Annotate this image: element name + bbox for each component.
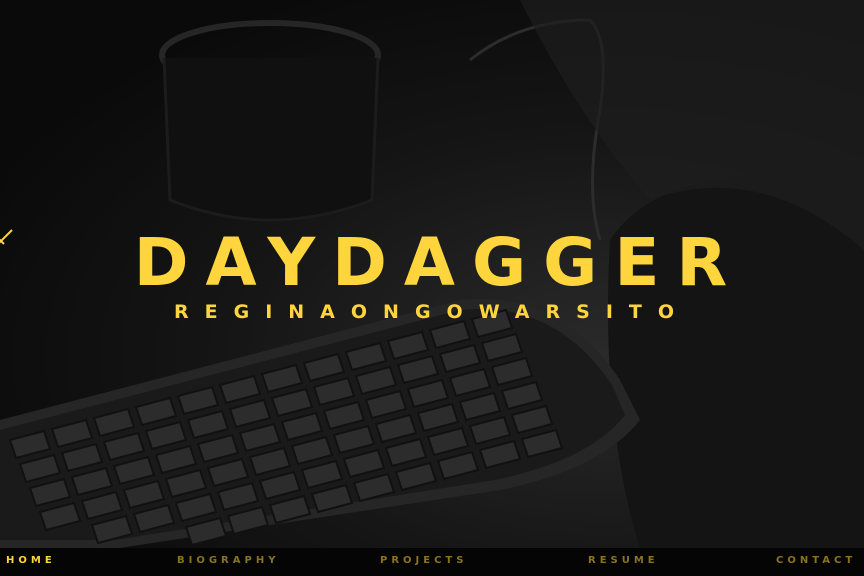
- brand-title: DAYDAGGER: [133, 224, 745, 301]
- dagger-icon: [0, 229, 13, 245]
- nav-resume[interactable]: RESUME: [588, 555, 659, 566]
- nav-contact[interactable]: CONTACT: [776, 555, 856, 566]
- brand-subtitle: REGINA ONGOWARSITO: [0, 229, 864, 324]
- hero-section: DAYDAGGER REGINA ONGOWARSITO: [0, 0, 864, 548]
- nav-biography[interactable]: BIOGRAPHY: [177, 555, 279, 566]
- subtitle-last-name: ONGOWARSITO: [350, 301, 690, 323]
- nav-projects[interactable]: PROJECTS: [380, 555, 467, 566]
- nav-home[interactable]: HOME: [6, 555, 56, 566]
- subtitle-first-name: REGINA: [174, 301, 351, 323]
- main-navigation: HOME BIOGRAPHY PROJECTS RESUME CONTACT: [0, 548, 864, 576]
- brand-block: DAYDAGGER REGINA ONGOWARSITO: [0, 226, 864, 324]
